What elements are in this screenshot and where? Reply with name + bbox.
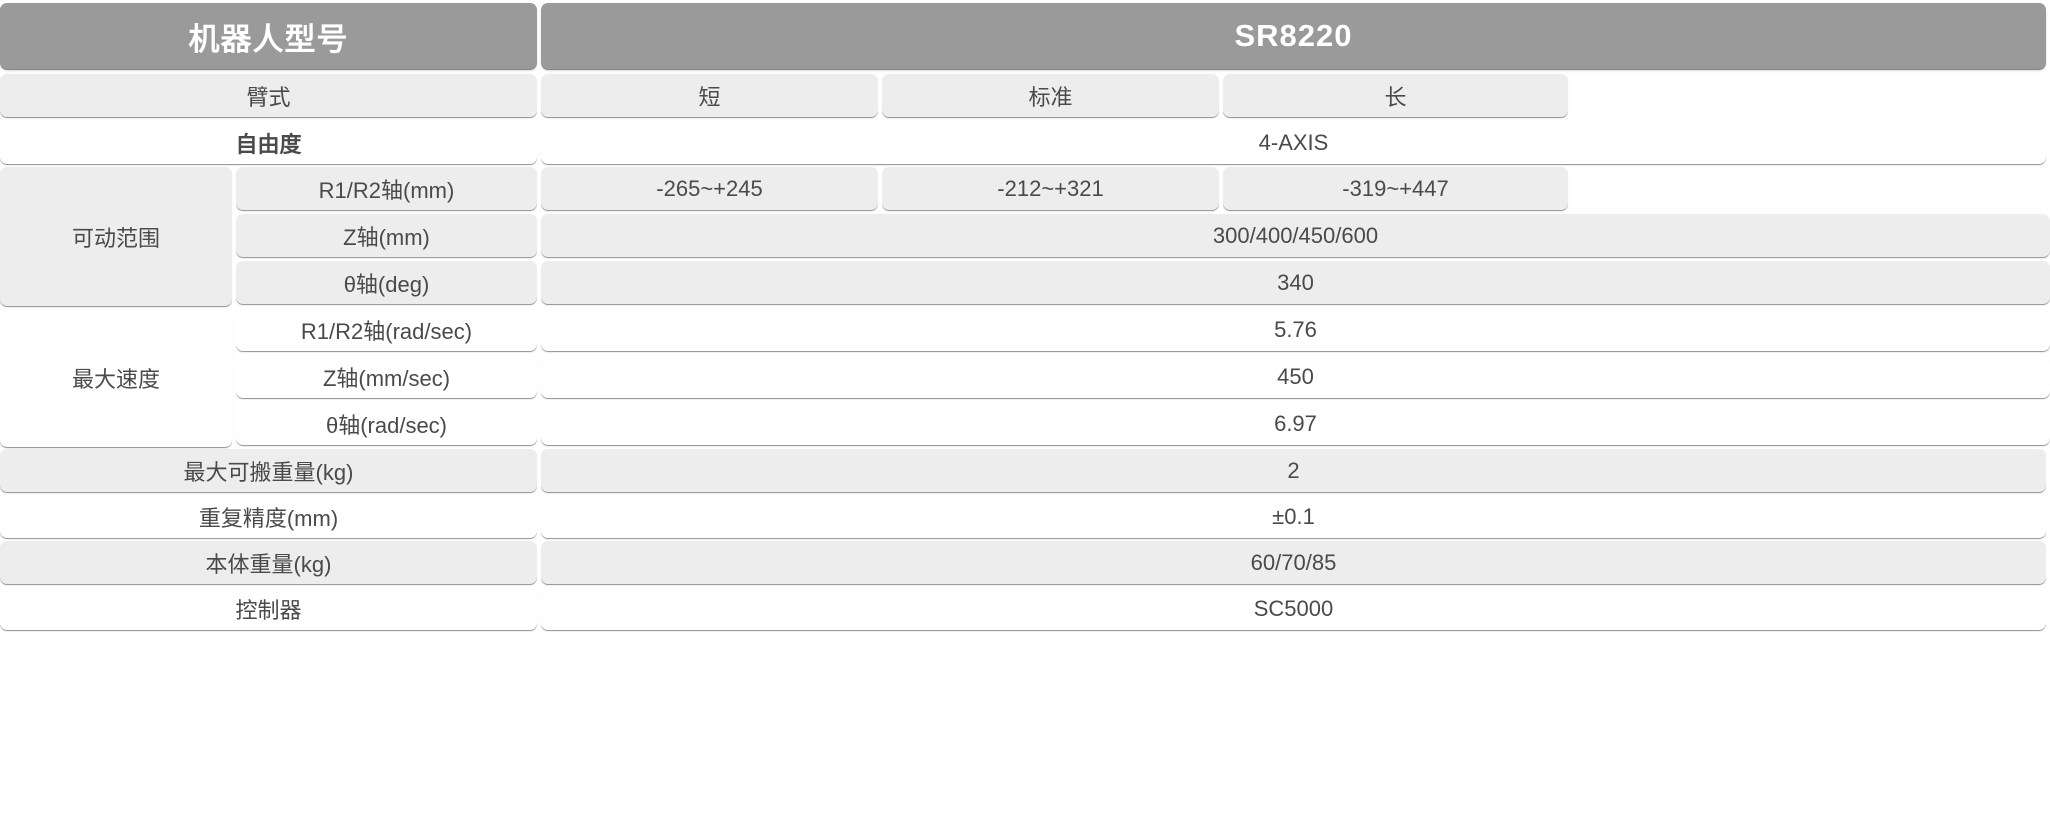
body-weight-row: 本体重量(kg) 60/70/85 [0, 539, 2050, 585]
controller-value: SC5000 [541, 587, 2046, 630]
max-speed-label: 最大速度 [0, 308, 232, 447]
max-speed-r1r2-label: R1/R2轴(rad/sec) [236, 308, 537, 351]
motion-range-r1r2-value-long: -319~+447 [1223, 167, 1568, 210]
payload-value: 2 [541, 449, 2046, 492]
dof-label: 自由度 [0, 121, 537, 164]
body-weight-label: 本体重量(kg) [0, 541, 537, 584]
robot-spec-table: 机器人型号 SR8220 臂式 短 标准 长 自由度 4-AXIS 可动范围 R… [0, 0, 2050, 821]
table-header-row: 机器人型号 SR8220 [0, 0, 2050, 72]
arm-type-label: 臂式 [0, 74, 537, 117]
arm-type-option-short: 短 [541, 74, 878, 117]
max-speed-r1r2-value: 5.76 [541, 308, 2050, 351]
repeatability-label: 重复精度(mm) [0, 495, 537, 538]
motion-range-theta-label: θ轴(deg) [236, 261, 537, 304]
controller-label: 控制器 [0, 587, 537, 630]
motion-range-z-row: Z轴(mm) 300/400/450/600 [236, 212, 2050, 259]
payload-row: 最大可搬重量(kg) 2 [0, 447, 2050, 493]
repeatability-row: 重复精度(mm) ±0.1 [0, 493, 2050, 539]
motion-range-r1r2-label: R1/R2轴(mm) [236, 167, 537, 210]
motion-range-r1r2-value-standard: -212~+321 [882, 167, 1219, 210]
motion-range-z-value: 300/400/450/600 [541, 214, 2050, 257]
arm-type-row: 臂式 短 标准 长 [0, 72, 2050, 119]
repeatability-value: ±0.1 [541, 495, 2046, 538]
controller-row: 控制器 SC5000 [0, 585, 2050, 631]
motion-range-theta-row: θ轴(deg) 340 [236, 259, 2050, 306]
motion-range-group: 可动范围 R1/R2轴(mm) -265~+245 -212~+321 -319… [0, 165, 2050, 306]
payload-label: 最大可搬重量(kg) [0, 449, 537, 492]
max-speed-z-row: Z轴(mm/sec) 450 [236, 353, 2050, 400]
max-speed-group: 最大速度 R1/R2轴(rad/sec) 5.76 Z轴(mm/sec) 450… [0, 306, 2050, 447]
motion-range-rows: R1/R2轴(mm) -265~+245 -212~+321 -319~+447… [236, 165, 2050, 306]
arm-type-option-long: 长 [1223, 74, 1568, 117]
max-speed-theta-row: θ轴(rad/sec) 6.97 [236, 400, 2050, 447]
motion-range-r1r2-value-short: -265~+245 [541, 167, 878, 210]
max-speed-theta-label: θ轴(rad/sec) [236, 402, 537, 445]
max-speed-z-label: Z轴(mm/sec) [236, 355, 537, 398]
max-speed-z-value: 450 [541, 355, 2050, 398]
dof-row: 自由度 4-AXIS [0, 119, 2050, 165]
motion-range-theta-value: 340 [541, 261, 2050, 304]
dof-value: 4-AXIS [541, 121, 2046, 164]
motion-range-z-label: Z轴(mm) [236, 214, 537, 257]
motion-range-label: 可动范围 [0, 167, 232, 306]
max-speed-rows: R1/R2轴(rad/sec) 5.76 Z轴(mm/sec) 450 θ轴(r… [236, 306, 2050, 447]
body-weight-value: 60/70/85 [541, 541, 2046, 584]
header-model-value: SR8220 [541, 3, 2046, 69]
header-model-label: 机器人型号 [0, 3, 537, 69]
motion-range-r1r2-row: R1/R2轴(mm) -265~+245 -212~+321 -319~+447 [236, 165, 2050, 212]
max-speed-theta-value: 6.97 [541, 402, 2050, 445]
arm-type-option-standard: 标准 [882, 74, 1219, 117]
max-speed-r1r2-row: R1/R2轴(rad/sec) 5.76 [236, 306, 2050, 353]
